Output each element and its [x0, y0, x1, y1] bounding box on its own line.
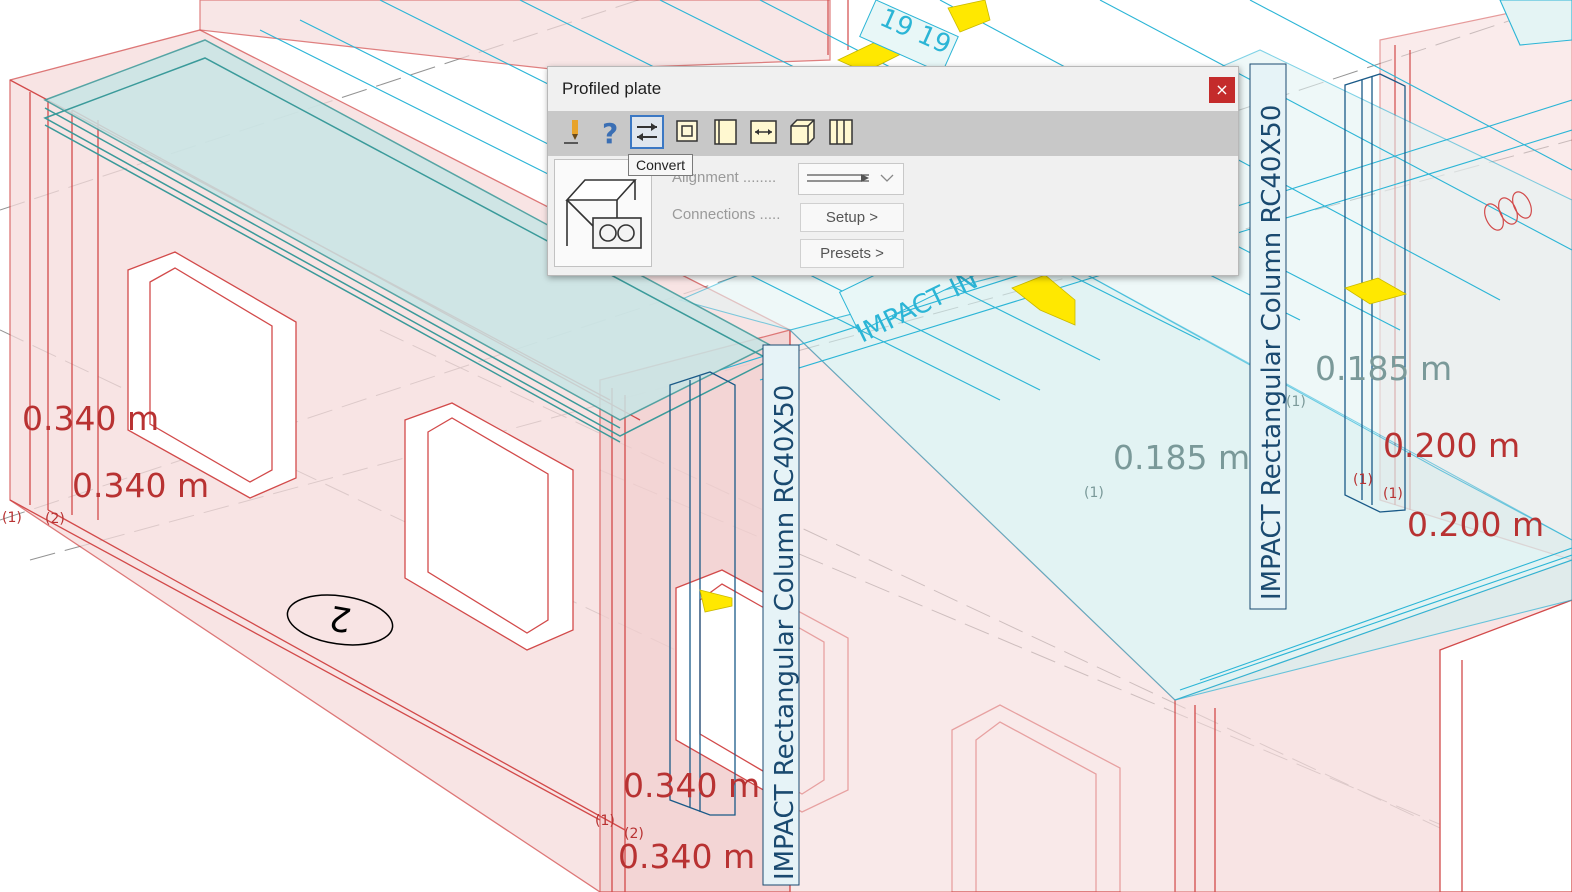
- dim-slab-1: 0.185 m: [1315, 349, 1452, 388]
- column-label-2: IMPACT Rectangular Column RC40X50: [1249, 63, 1287, 610]
- svg-text:(1): (1): [1286, 394, 1306, 410]
- svg-text:(1): (1): [2, 510, 22, 526]
- svg-text:(1): (1): [595, 813, 615, 829]
- svg-text:IMPACT Rectangular Column RC40: IMPACT Rectangular Column RC40X50: [1257, 105, 1287, 600]
- dim-right-2: 0.200 m: [1407, 505, 1544, 544]
- close-button[interactable]: ×: [1209, 77, 1235, 103]
- dim-wall-2: 0.340 m: [72, 466, 209, 505]
- dim-wall-1: 0.340 m: [22, 399, 159, 438]
- square-frame-icon[interactable]: [670, 115, 704, 149]
- svg-text:?: ?: [602, 117, 618, 149]
- column-label-1: IMPACT Rectangular Column RC40X50: [762, 344, 800, 886]
- setup-button[interactable]: Setup >: [800, 203, 904, 232]
- svg-text:(1): (1): [1353, 472, 1373, 488]
- width-icon[interactable]: [746, 115, 780, 149]
- dialog-toolbar: ?: [548, 111, 1238, 156]
- box-icon[interactable]: [785, 115, 819, 149]
- svg-text:(1): (1): [1383, 486, 1403, 502]
- svg-text:(2): (2): [624, 826, 644, 842]
- panel-icon[interactable]: [708, 115, 742, 149]
- help-icon[interactable]: ?: [593, 115, 627, 150]
- convert-tooltip: Convert: [628, 154, 694, 176]
- dim-right-1: 0.200 m: [1383, 426, 1520, 465]
- pencil-icon[interactable]: [556, 115, 590, 149]
- alignment-arrow-icon: [807, 174, 894, 182]
- dialog-title: Profiled plate: [562, 79, 662, 98]
- dim-wall-4: 0.340 m: [618, 837, 755, 876]
- connections-label: Connections .....: [672, 206, 781, 223]
- svg-text:IMPACT Rectangular Column RC40: IMPACT Rectangular Column RC40X50: [770, 385, 800, 880]
- svg-text:(2): (2): [45, 511, 65, 527]
- columns-icon[interactable]: [824, 115, 858, 149]
- alignment-select[interactable]: [798, 163, 904, 195]
- dim-wall-3: 0.340 m: [623, 766, 760, 805]
- dim-slab-2: 0.185 m: [1113, 438, 1250, 477]
- presets-button[interactable]: Presets >: [800, 239, 904, 268]
- convert-icon[interactable]: [630, 115, 664, 149]
- profiled-plate-dialog: Profiled plate × ? Convert Alignment ...…: [547, 66, 1239, 276]
- svg-text:(1): (1): [1084, 485, 1104, 501]
